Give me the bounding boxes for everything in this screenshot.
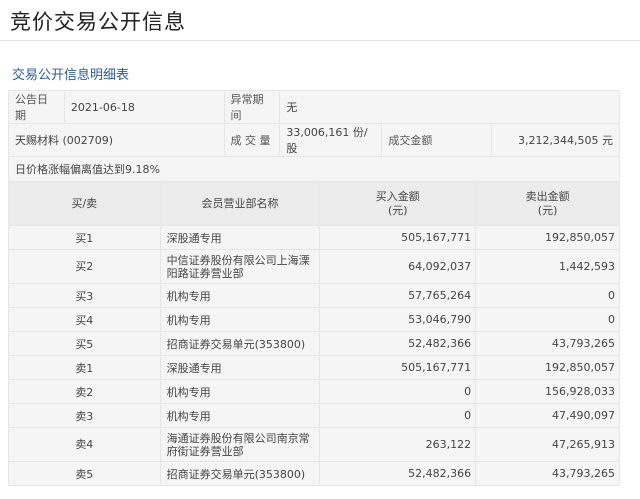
row-sell: 192,850,057 [475,225,620,250]
row-side: 买4 [8,307,161,332]
row-dept: 机构专用 [159,403,321,428]
table-row: 买2 中信证券股份有限公司上海溧阳路证券营业部 64,092,037 1,442… [8,249,620,284]
row-buy: 52,482,366 [319,461,477,486]
row-sell: 192,850,057 [475,355,620,380]
row-buy: 52,482,366 [319,331,477,356]
row-buy: 0 [319,403,477,428]
row-sell: 1,442,593 [475,249,620,284]
stock-name: 天赐材料 (002709) [8,123,225,157]
deviation-reason: 日价格涨幅偏离值达到9.18% [8,156,620,182]
amount-label: 成交金额 [381,123,493,157]
row-side: 买3 [8,283,161,308]
row-dept: 深股通专用 [159,225,321,250]
row-side: 卖3 [8,403,161,428]
row-dept: 深股通专用 [159,355,321,380]
abnormal-period-value: 无 [279,90,620,124]
info-table: 公告日期 2021-06-18 异常期间 无 天赐材料 (002709) 成 交… [8,90,620,182]
row-buy: 57,765,264 [319,283,477,308]
table-row: 卖5 招商证券交易单元(353800) 52,482,366 43,793,26… [8,461,620,486]
header-sell: 卖出金额 (元) [475,182,620,226]
header-buy: 买入金额 (元) [319,182,477,226]
header-sell-label: 卖出金额 [525,190,570,203]
row-buy: 64,092,037 [319,249,477,284]
abnormal-period-label: 异常期间 [223,90,281,124]
amount-value: 3,212,344,505 元 [491,123,620,157]
announce-date-label: 公告日期 [8,90,65,124]
row-side: 卖4 [8,427,161,462]
header-dept: 会员营业部名称 [159,182,321,226]
header-buy-unit: (元) [387,204,408,217]
row-sell: 0 [475,283,620,308]
announce-date-value: 2021-06-18 [63,90,225,124]
row-dept: 招商证券交易单元(353800) [159,331,321,356]
row-side: 卖2 [8,379,161,404]
table-row: 卖4 海通证券股份有限公司南京常府街证券营业部 263,122 47,265,9… [8,427,620,462]
row-dept: 机构专用 [159,283,321,308]
row-sell: 43,793,265 [475,461,620,486]
header-sell-unit: (元) [537,204,558,217]
row-dept: 机构专用 [159,307,321,332]
info-row: 天赐材料 (002709) 成 交 量 33,006,161 份/股 成交金额 … [8,123,620,157]
row-side: 买1 [8,225,161,250]
row-buy: 263,122 [319,427,477,462]
title-divider [0,40,640,41]
row-side: 卖1 [8,355,161,380]
table-row: 卖3 机构专用 0 47,490,097 [8,403,620,428]
row-side: 买5 [8,331,161,356]
info-row: 公告日期 2021-06-18 异常期间 无 [8,90,620,124]
row-dept: 海通证券股份有限公司南京常府街证券营业部 [159,427,321,462]
row-sell: 47,490,097 [475,403,620,428]
volume-label: 成 交 量 [223,123,281,157]
table-row: 买5 招商证券交易单元(353800) 52,482,366 43,793,26… [8,331,620,356]
table-row: 卖2 机构专用 0 156,928,033 [8,379,620,404]
row-sell: 47,265,913 [475,427,620,462]
volume-value: 33,006,161 份/股 [279,123,383,157]
table-row: 买4 机构专用 53,046,790 0 [8,307,620,332]
row-sell: 156,928,033 [475,379,620,404]
row-sell: 0 [475,307,620,332]
table-row: 买1 深股通专用 505,167,771 192,850,057 [8,225,620,250]
row-buy: 53,046,790 [319,307,477,332]
row-side: 买2 [8,249,161,284]
table-row: 卖1 深股通专用 505,167,771 192,850,057 [8,355,620,380]
info-row: 日价格涨幅偏离值达到9.18% [8,156,620,182]
header-side: 买/卖 [8,182,161,226]
row-buy: 505,167,771 [319,225,477,250]
row-buy: 0 [319,379,477,404]
page-title: 竞价交易公开信息 [10,10,186,34]
row-buy: 505,167,771 [319,355,477,380]
row-sell: 43,793,265 [475,331,620,356]
row-dept: 招商证券交易单元(353800) [159,461,321,486]
table-header-row: 买/卖 会员营业部名称 买入金额 (元) 卖出金额 (元) [8,182,620,226]
header-buy-label: 买入金额 [375,190,420,203]
section-title: 交易公开信息明细表 [12,68,130,83]
trade-detail-table: 买/卖 会员营业部名称 买入金额 (元) 卖出金额 (元) 买1 深股通专用 5… [8,182,620,486]
row-side: 卖5 [8,461,161,486]
row-dept: 中信证券股份有限公司上海溧阳路证券营业部 [159,249,321,284]
table-row: 买3 机构专用 57,765,264 0 [8,283,620,308]
row-dept: 机构专用 [159,379,321,404]
